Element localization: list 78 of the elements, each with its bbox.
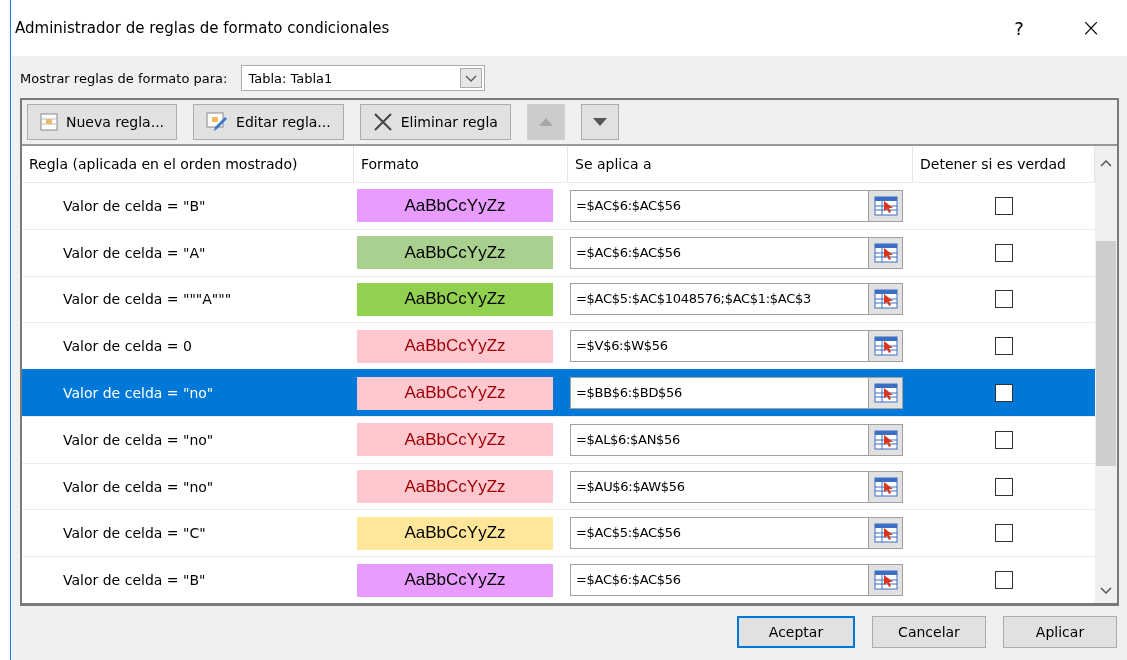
range-picker-button[interactable] — [868, 284, 902, 315]
range-picker-icon — [873, 429, 898, 450]
format-preview: AaBbCcYyZz — [357, 236, 553, 270]
dropdown-button[interactable] — [460, 68, 483, 88]
range-picker-button[interactable] — [868, 378, 902, 408]
stop-checkbox[interactable] — [995, 384, 1013, 402]
format-preview: AaBbCcYyZz — [357, 516, 553, 550]
rule-text: Valor de celda = "no" — [62, 431, 215, 448]
delete-icon — [372, 112, 393, 132]
stop-checkbox[interactable] — [995, 571, 1013, 590]
delete-button[interactable]: Eliminar regla — [359, 104, 511, 140]
format-preview: AaBbCcYyZz — [357, 329, 553, 363]
stop-checkbox[interactable] — [995, 430, 1013, 449]
range-picker-icon — [873, 476, 898, 497]
applies-to-field[interactable]: =$BB$6:$BD$56 — [570, 377, 903, 409]
applies-to-field[interactable]: =$AC$5:$AC$1048576;$AC$1:$AC$3 — [570, 283, 903, 316]
show-rules-dropdown[interactable]: Tabla: Tabla1 — [241, 65, 486, 91]
range-picker-icon — [873, 336, 898, 357]
scroll-down-icon[interactable] — [1100, 587, 1112, 595]
down-button[interactable] — [580, 104, 619, 140]
range-picker-button[interactable] — [868, 190, 902, 221]
show-rules-label: Mostrar reglas de formato para: — [20, 70, 228, 86]
dialog-button[interactable]: Cancelar — [872, 616, 986, 648]
format-preview: AaBbCcYyZz — [357, 189, 553, 223]
range-picker-button[interactable] — [868, 424, 902, 455]
move-down-icon — [592, 118, 607, 126]
rule-text: Valor de celda = "no" — [62, 478, 215, 495]
rule-text: Valor de celda = """A""" — [62, 291, 233, 308]
scroll-up-icon[interactable] — [1100, 159, 1112, 167]
applies-to-field[interactable]: =$AC$6:$AC$56 — [570, 564, 903, 597]
range-picker-icon — [873, 523, 898, 544]
rule-text: Valor de celda = "B" — [62, 572, 207, 589]
format-preview: AaBbCcYyZz — [357, 563, 553, 597]
stop-checkbox[interactable] — [995, 290, 1013, 309]
move-up-icon — [538, 118, 553, 126]
range-picker-icon — [873, 242, 898, 263]
range-picker-button[interactable] — [868, 471, 902, 502]
range-picker-button[interactable] — [868, 331, 902, 362]
format-preview: AaBbCcYyZz — [357, 376, 553, 410]
range-picker-button[interactable] — [868, 518, 902, 549]
applies-to-field[interactable]: =$AC$5:$AC$56 — [570, 517, 903, 550]
scroll-thumb[interactable] — [1096, 241, 1116, 466]
applies-to-field[interactable]: =$AC$6:$AC$56 — [570, 236, 903, 269]
applies-to-field[interactable]: =$AL$6:$AN$56 — [570, 423, 903, 456]
edit-rule-icon — [206, 112, 229, 132]
rule-text: Valor de celda = "A" — [62, 244, 207, 261]
stop-checkbox[interactable] — [995, 524, 1013, 543]
range-picker-button[interactable] — [868, 565, 902, 596]
dialog-button[interactable]: Aplicar — [1003, 616, 1117, 648]
close-button[interactable]: × — [1055, 0, 1127, 56]
stop-checkbox[interactable] — [995, 243, 1013, 262]
edit-button[interactable]: Editar regla... — [193, 104, 344, 140]
rule-text: Valor de celda = 0 — [62, 338, 193, 355]
window-title: Administrador de reglas de formato condicionales — [15, 19, 391, 37]
format-preview: AaBbCcYyZz — [357, 470, 553, 504]
range-picker-icon — [873, 383, 898, 403]
applies-to-field[interactable]: =$V$6:$W$56 — [570, 330, 903, 363]
applies-to-field[interactable]: =$AU$6:$AW$56 — [570, 470, 903, 503]
scrollbar[interactable] — [1095, 146, 1117, 603]
new-button[interactable]: Nueva regla... — [27, 104, 178, 140]
format-preview: AaBbCcYyZz — [357, 423, 553, 457]
rule-text: Valor de celda = "C" — [62, 525, 207, 542]
rule-row[interactable]: Valor de celda = "no" AaBbCcYyZz =$BB$6:$BD$56 — [22, 369, 1095, 416]
applies-to-field[interactable]: =$AC$6:$AC$56 — [570, 189, 903, 222]
format-preview: AaBbCcYyZz — [357, 282, 553, 316]
stop-checkbox[interactable] — [995, 337, 1013, 356]
range-picker-icon — [873, 195, 898, 216]
dialog-button[interactable]: Aceptar — [737, 616, 855, 648]
rule-text: Valor de celda = "no" — [62, 385, 215, 401]
help-button[interactable]: ? — [983, 0, 1055, 56]
range-picker-icon — [873, 570, 898, 591]
stop-checkbox[interactable] — [995, 196, 1013, 215]
rule-text: Valor de celda = "B" — [62, 197, 207, 214]
stop-checkbox[interactable] — [995, 477, 1013, 496]
range-picker-button[interactable] — [868, 237, 902, 268]
chevron-down-icon — [465, 74, 478, 82]
dropdown-value: Tabla: Tabla1 — [248, 70, 334, 86]
range-picker-icon — [873, 289, 898, 310]
